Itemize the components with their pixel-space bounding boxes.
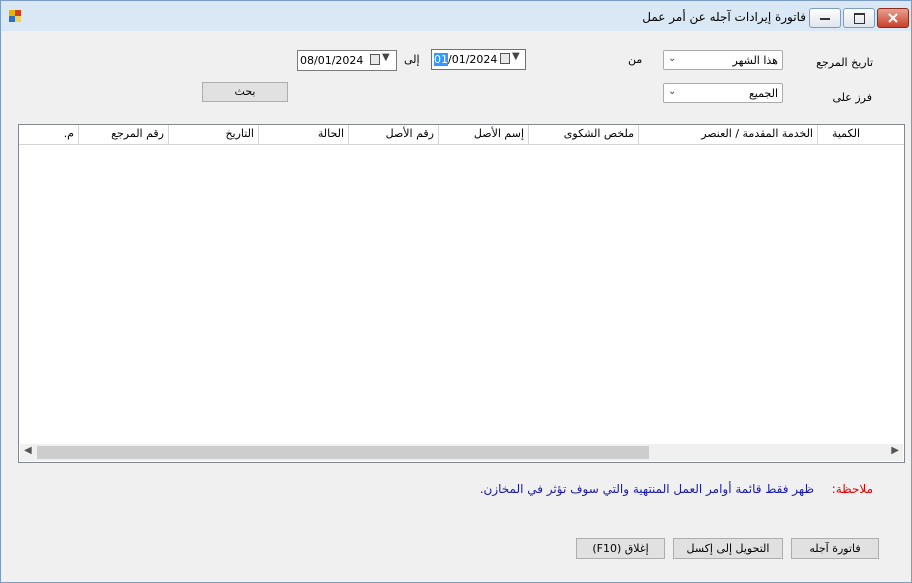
data-grid[interactable]: الكمية الخدمة المقدمة / العنصر ملخص الشك… [18,124,905,463]
close-button[interactable]: إغلاق (F10) [576,538,665,559]
minimize-button[interactable] [809,8,841,28]
export-excel-button[interactable]: التحويل إلى إكسل [673,538,783,559]
window-title: فاتورة إيرادات آجله عن أمر عمل [642,10,806,24]
calendar-icon [500,53,510,64]
col-complaint-summary[interactable]: ملخص الشكوى [528,125,638,144]
close-icon [888,13,898,23]
period-select-value: هذا الشهر [732,54,779,67]
col-reference-number[interactable]: رقم المرجع [78,125,168,144]
from-date-picker[interactable]: 01/01/2024 ▼ [431,49,526,70]
app-icon [9,10,21,22]
form-body: تاريخ المرجع هذا الشهر ⌄ من 01/01/2024 ▼… [6,31,906,577]
scroll-left-icon[interactable]: ◀ [24,445,32,456]
col-asset-number[interactable]: رقم الأصل [348,125,438,144]
scroll-right-icon[interactable]: ▶ [891,445,899,456]
to-date-value: 08/01/2024 [300,54,364,67]
minimize-icon [820,18,830,20]
sort-select-value: الجميع [748,87,778,100]
chevron-down-icon: ⌄ [668,86,677,97]
note-text: ظهر فقط قائمة أوامر العمل المنتهية والتي… [479,482,814,496]
dropdown-arrow-icon: ▼ [512,51,520,62]
scroll-thumb[interactable] [37,446,649,459]
main-window: فاتورة إيرادات آجله عن أمر عمل تاريخ الم… [0,0,912,583]
col-service-item[interactable]: الخدمة المقدمة / العنصر [638,125,817,144]
close-window-button[interactable] [877,8,909,28]
from-date-day-selection: 01 [434,53,448,66]
to-date-picker[interactable]: 08/01/2024 ▼ [297,50,397,71]
title-bar: فاتورة إيرادات آجله عن أمر عمل [1,1,911,31]
to-label: إلى [404,53,420,66]
maximize-icon [854,13,865,24]
sort-select[interactable]: الجميع ⌄ [663,83,783,103]
col-row-number[interactable]: م. [19,125,78,144]
period-select[interactable]: هذا الشهر ⌄ [663,50,783,70]
grid-header: الكمية الخدمة المقدمة / العنصر ملخص الشك… [19,125,904,145]
sort-label: فرز على [832,91,872,104]
col-asset-name[interactable]: إسم الأصل [438,125,528,144]
from-date-rest: /01/2024 [448,53,498,66]
col-status[interactable]: الحالة [258,125,348,144]
search-button[interactable]: بحث [202,82,288,102]
horizontal-scrollbar[interactable]: ◀ ▶ [20,444,903,461]
maximize-button[interactable] [843,8,875,28]
ref-date-label: تاريخ المرجع [816,56,873,69]
from-label: من [628,53,643,66]
invoice-button[interactable]: فاتورة آجله [791,538,879,559]
chevron-down-icon: ⌄ [668,53,677,64]
dropdown-arrow-icon: ▼ [382,52,390,63]
calendar-icon [370,54,380,65]
note-label: ملاحظة: [831,482,873,496]
col-quantity[interactable]: الكمية [817,125,864,144]
col-date[interactable]: التاريخ [168,125,258,144]
from-date-value: 01/01/2024 [434,53,497,66]
